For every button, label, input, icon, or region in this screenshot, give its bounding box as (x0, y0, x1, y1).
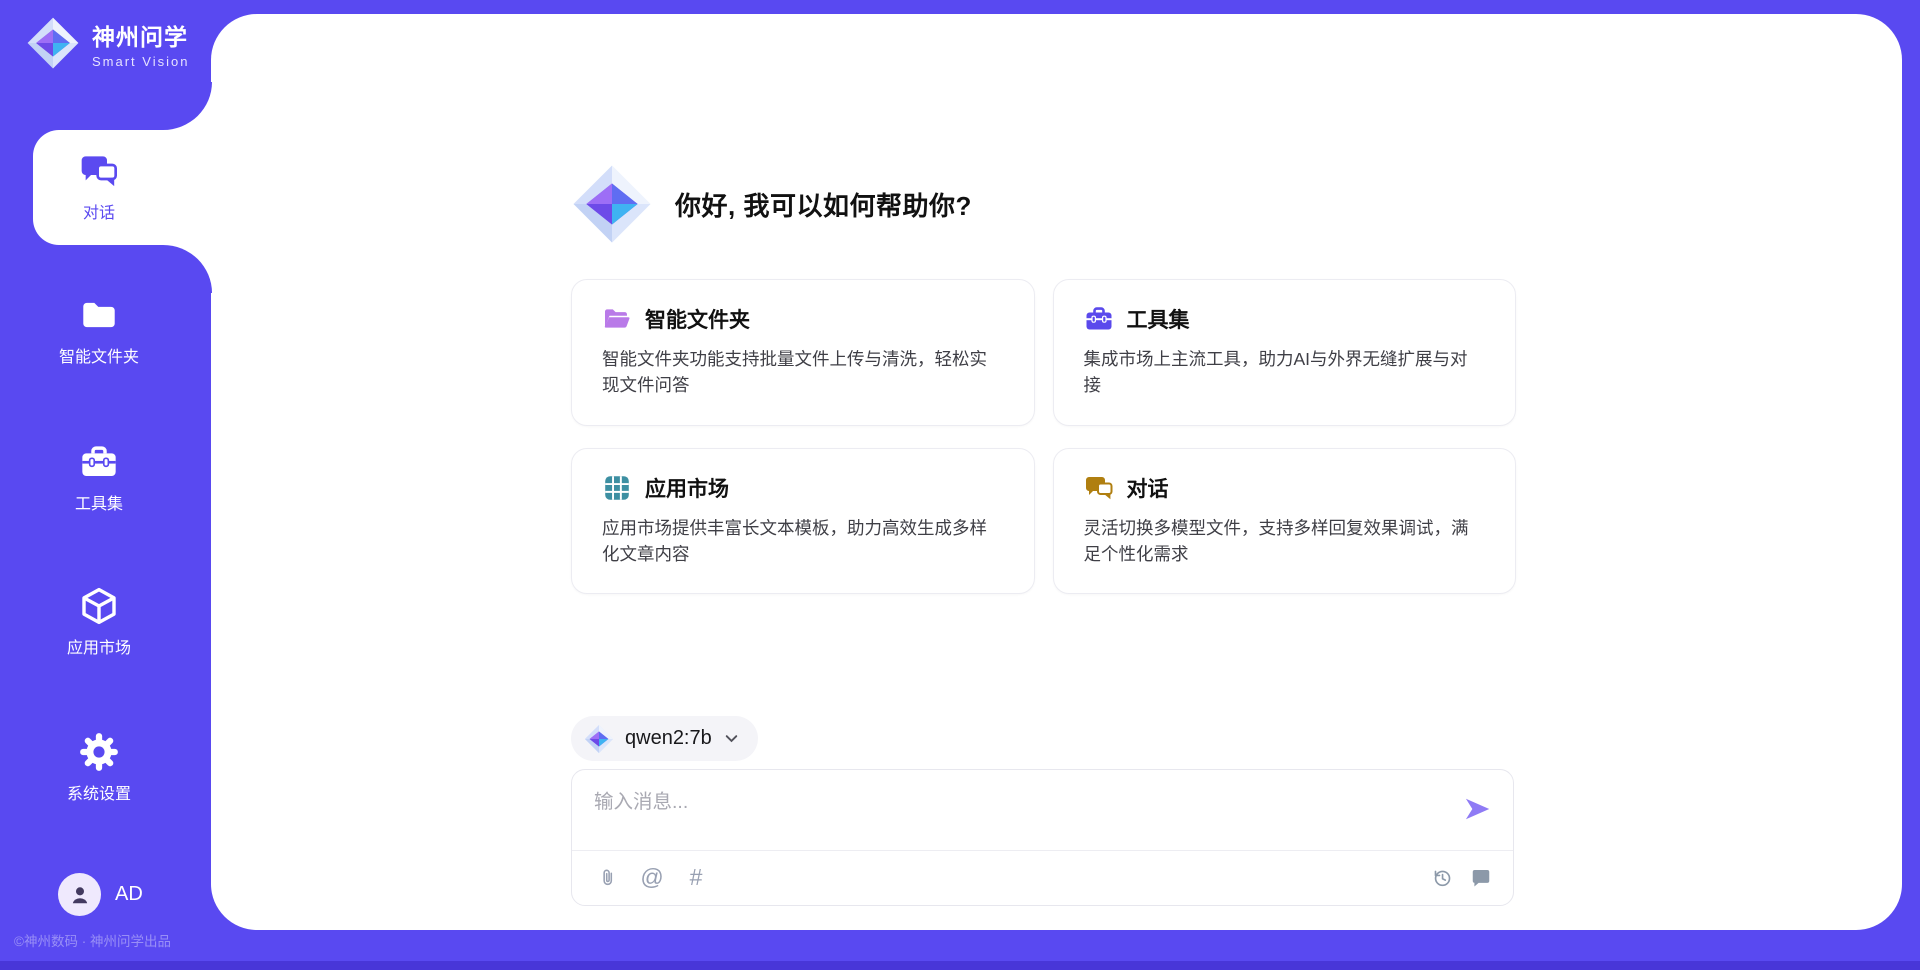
card-app-market[interactable]: 应用市场 应用市场提供丰富长文本模板，助力高效生成多样化文章内容 (571, 448, 1035, 595)
folder-icon (0, 294, 198, 336)
brand-name: 神州问学 (92, 18, 189, 52)
user-account[interactable]: AD (58, 873, 143, 916)
card-title: 工具集 (1127, 304, 1190, 334)
briefcase-icon (0, 441, 198, 483)
folder-open-icon (602, 304, 632, 334)
composer-toolbar: @ # (596, 850, 708, 905)
history-icon[interactable] (1430, 866, 1454, 890)
sidebar-item-settings[interactable]: 系统设置 (0, 731, 198, 804)
send-button[interactable] (1463, 795, 1491, 823)
sidebar-item-label: 智能文件夹 (0, 343, 198, 367)
greeting: 你好, 我可以如何帮助你? (571, 163, 972, 245)
chat-bubbles-icon (0, 150, 198, 192)
sidebar-item-toolset[interactable]: 工具集 (0, 441, 198, 514)
greeting-text: 你好, 我可以如何帮助你? (675, 186, 972, 223)
user-name: AD (115, 883, 143, 906)
diamond-logo (584, 724, 614, 754)
diamond-logo (571, 163, 653, 245)
gear-icon (0, 731, 198, 773)
card-toolset[interactable]: 工具集 集成市场上主流工具，助力AI与外界无缝扩展与对接 (1053, 279, 1517, 426)
bottom-accent-bar (0, 961, 1920, 970)
main-content: 你好, 我可以如何帮助你? 智能文件夹 智能文件夹功能支持批量文件上传与清洗，轻… (211, 14, 1902, 930)
card-title: 智能文件夹 (645, 304, 750, 334)
sidebar-item-app-market[interactable]: 应用市场 (0, 585, 198, 658)
user-avatar-icon (58, 873, 101, 916)
cube-icon (0, 585, 198, 627)
chevron-down-icon (723, 730, 740, 747)
chat-bubble-icon[interactable] (1469, 866, 1493, 890)
chat-bubbles-icon (1084, 473, 1114, 503)
briefcase-icon (1084, 304, 1114, 334)
hash-icon[interactable]: # (684, 866, 708, 890)
model-selector[interactable]: qwen2:7b (571, 716, 758, 761)
sidebar-item-chat[interactable]: 对话 (0, 150, 198, 223)
sidebar-item-smart-folder[interactable]: 智能文件夹 (0, 294, 198, 367)
sidebar-item-label: 工具集 (0, 490, 198, 514)
app-grid-icon (602, 473, 632, 503)
card-chat[interactable]: 对话 灵活切换多模型文件，支持多样回复效果调试，满足个性化需求 (1053, 448, 1517, 595)
message-composer: @ # (571, 769, 1514, 906)
message-input[interactable] (594, 785, 1434, 843)
copyright-text: ©神州数码 · 神州问学出品 (14, 930, 171, 950)
composer-divider (572, 850, 1513, 851)
sidebar-item-label: 对话 (0, 199, 198, 223)
at-icon[interactable]: @ (640, 866, 664, 890)
card-description: 灵活切换多模型文件，支持多样回复效果调试，满足个性化需求 (1084, 515, 1486, 568)
card-description: 智能文件夹功能支持批量文件上传与清洗，轻松实现文件问答 (602, 346, 1004, 399)
card-smart-folder[interactable]: 智能文件夹 智能文件夹功能支持批量文件上传与清洗，轻松实现文件问答 (571, 279, 1035, 426)
card-title: 对话 (1127, 473, 1169, 503)
tab-fillet-bottom (163, 245, 212, 293)
brand-subtitle: Smart Vision (92, 54, 189, 69)
composer-right-tools (1430, 850, 1493, 905)
card-title: 应用市场 (645, 473, 729, 503)
diamond-logo (26, 16, 80, 70)
card-description: 集成市场上主流工具，助力AI与外界无缝扩展与对接 (1084, 346, 1486, 399)
card-description: 应用市场提供丰富长文本模板，助力高效生成多样化文章内容 (602, 515, 1004, 568)
feature-cards: 智能文件夹 智能文件夹功能支持批量文件上传与清洗，轻松实现文件问答 工具集 集成… (571, 279, 1516, 594)
sidebar-item-label: 应用市场 (0, 634, 198, 658)
tab-fillet-top (163, 82, 212, 130)
sidebar-item-label: 系统设置 (0, 780, 198, 804)
model-name: qwen2:7b (625, 727, 712, 750)
brand: 神州问学 Smart Vision (26, 16, 189, 70)
send-icon (1463, 795, 1491, 823)
paperclip-icon[interactable] (596, 866, 620, 890)
